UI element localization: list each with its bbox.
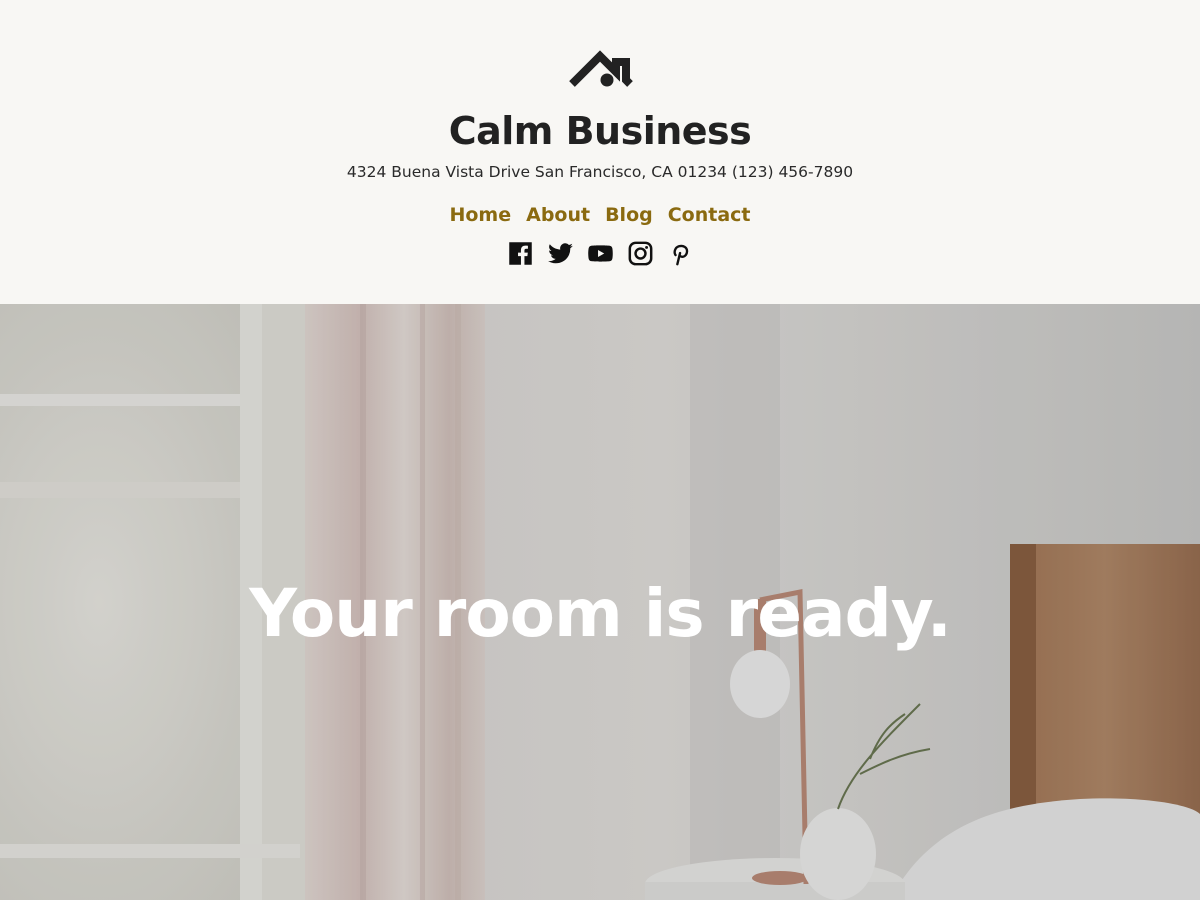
nav-item-home[interactable]: Home — [449, 201, 511, 229]
nav-item-about[interactable]: About — [526, 201, 590, 229]
site-header: Calm Business 4324 Buena Vista Drive San… — [0, 0, 1200, 304]
pinterest-icon[interactable] — [667, 240, 694, 267]
hero-section: Your room is ready. — [0, 304, 1200, 900]
main-navigation: Home About Blog Contact — [0, 201, 1200, 229]
instagram-icon[interactable] — [627, 240, 654, 267]
site-address: 4324 Buena Vista Drive San Francisco, CA… — [346, 163, 854, 181]
hero-heading: Your room is ready. — [249, 575, 952, 652]
house-roof-icon[interactable] — [566, 40, 634, 92]
nav-item-contact[interactable]: Contact — [668, 201, 751, 229]
facebook-icon[interactable] — [507, 240, 534, 267]
youtube-icon[interactable] — [587, 240, 614, 267]
nav-item-blog[interactable]: Blog — [605, 201, 653, 229]
twitter-icon[interactable] — [547, 240, 574, 267]
site-title[interactable]: Calm Business — [0, 104, 1200, 158]
social-links — [0, 240, 1200, 267]
